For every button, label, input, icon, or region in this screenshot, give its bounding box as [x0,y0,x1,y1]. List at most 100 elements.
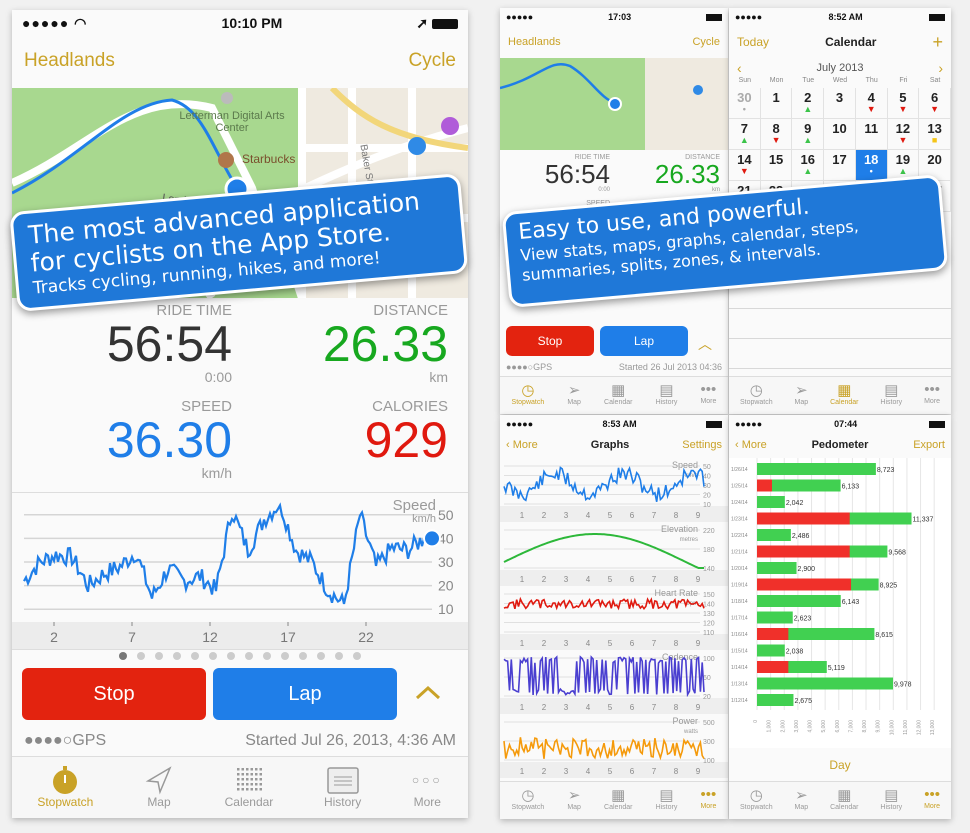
stopwatch-icon [53,766,78,794]
tab-stopwatch[interactable]: ◷ Stopwatch [512,782,545,819]
page-dot[interactable] [281,652,289,660]
tab-stopwatch[interactable]: ◷ Stopwatch [740,782,773,819]
page-indicator[interactable] [12,652,468,662]
tab-calendar[interactable]: ▦ Calendar [830,782,858,819]
calendar-day[interactable]: 30 • [729,88,761,119]
tab-history[interactable]: ▤ History [656,782,678,819]
page-dot[interactable] [335,652,343,660]
tab-more[interactable]: ••• More [924,782,940,819]
tab-more[interactable]: ••• More [924,377,940,414]
calendar-day[interactable]: 5 ▼ [887,88,920,119]
today-button[interactable]: Today [737,35,769,49]
tab-more[interactable]: ○○○ More [412,765,443,818]
tab-map[interactable]: ➢ Map [567,377,581,414]
route-button[interactable]: Headlands [24,50,115,72]
tab-map[interactable]: ➢ Map [567,782,581,819]
expand-chevron-icon[interactable]: ︿ [698,334,712,354]
y-tick-label: 140 [703,602,715,609]
calendar-day[interactable]: 11 [855,119,888,150]
period-selector[interactable]: Day [729,758,951,772]
nav-bar: Headlands Cycle [500,28,728,56]
calendar-grid-icon [236,768,262,791]
x-tick-label: 8 [674,575,679,584]
page-dot[interactable] [209,652,217,660]
category-label: 1/24/14 [731,500,748,506]
tab-history[interactable]: ▤ History [880,377,902,414]
x-tick-label: 6 [630,639,635,648]
speed-graph[interactable]: 10 20 30 40 50 Speed km/h [12,492,468,632]
tab-map[interactable]: ➢ Map [795,782,809,819]
x-tick-label: 1 [520,767,525,776]
tab-history[interactable]: ▤ History [656,377,678,414]
map-view[interactable] [500,58,728,150]
calendar-day[interactable]: 3 [824,88,856,119]
x-tick-label: 3 [564,703,569,712]
back-button[interactable]: ‹ More [735,439,767,451]
page-dot[interactable] [137,652,145,660]
calendar-day[interactable]: 1 [760,88,793,119]
page-dot[interactable] [119,652,127,660]
calendar-day[interactable]: 14 ▼ [729,150,761,181]
tab-stopwatch[interactable]: ◷ Stopwatch [512,377,545,414]
tab-more[interactable]: ••• More [700,377,716,414]
tab-map[interactable]: Map [144,765,174,818]
calendar-day[interactable]: 8 ▼ [760,119,793,150]
tab-calendar[interactable]: Calendar [225,765,273,818]
category-label: 1/23/14 [731,517,748,523]
calendar-day[interactable]: 15 [760,150,793,181]
expand-chevron-icon[interactable] [414,682,442,702]
activity-type-button[interactable]: Cycle [408,50,456,72]
calendar-day[interactable]: 4 ▼ [855,88,888,119]
page-dot[interactable] [227,652,235,660]
activity-down-marker: ▼ [739,166,749,176]
stopwatch-icon: ◷ [521,787,535,804]
stop-button[interactable]: Stop [506,326,594,356]
page-dot[interactable] [317,652,325,660]
status-bar: ●●●●● 17:03 [500,8,728,26]
activity-down-marker: ▼ [898,104,908,114]
calendar-day[interactable]: 9 ▲ [792,119,825,150]
route-button[interactable]: Headlands [508,36,561,48]
calendar-day[interactable]: 12 ▼ [887,119,920,150]
tab-history[interactable]: ▤ History [880,782,902,819]
calendar-day[interactable]: 7 ▲ [729,119,761,150]
stop-button[interactable]: Stop [22,668,206,720]
export-button[interactable]: Export [913,439,945,451]
tab-bar: ◷ Stopwatch ➢ Map ▦ Calendar ▤ History ••• More [729,376,951,414]
page-dot[interactable] [191,652,199,660]
page-dot[interactable] [263,652,271,660]
activity-type-button[interactable]: Cycle [692,36,720,48]
calendar-day[interactable]: 18 • [855,150,888,181]
add-button[interactable]: + [932,32,943,53]
tab-stopwatch[interactable]: Stopwatch [37,765,93,818]
tab-stopwatch[interactable]: ◷ Stopwatch [740,377,773,414]
calendar-day[interactable]: 6 ▼ [919,88,951,119]
history-icon: ▤ [659,787,674,804]
back-button[interactable]: ‹ More [506,439,538,451]
tab-calendar[interactable]: ▦ Calendar [830,377,858,414]
tab-map[interactable]: ➢ Map [795,377,809,414]
page-dot[interactable] [299,652,307,660]
calendar-day[interactable]: 13 ■ [919,119,951,150]
page-dot[interactable] [173,652,181,660]
calendar-day[interactable]: 2 ▲ [792,88,825,119]
tab-calendar[interactable]: ▦ Calendar [604,377,632,414]
page-dot[interactable] [245,652,253,660]
lap-button[interactable]: Lap [213,668,397,720]
next-month-button[interactable]: › [938,60,943,76]
x-tick-label: 6,000 [835,720,841,733]
lap-button[interactable]: Lap [600,326,688,356]
settings-button[interactable]: Settings [682,439,722,451]
graph-unit: metres [680,537,698,543]
calendar-day[interactable]: 17 [824,150,856,181]
page-dot[interactable] [155,652,163,660]
tab-calendar[interactable]: ▦ Calendar [604,782,632,819]
x-tick-label: 8 [674,639,679,648]
tab-history[interactable]: History [324,765,361,818]
tab-more[interactable]: ••• More [700,782,716,819]
calendar-day[interactable]: 10 [824,119,856,150]
calendar-day[interactable]: 16 ▲ [792,150,825,181]
bar-value-label: 9,978 [894,682,912,689]
step-bar-red [757,479,772,492]
page-dot[interactable] [353,652,361,660]
